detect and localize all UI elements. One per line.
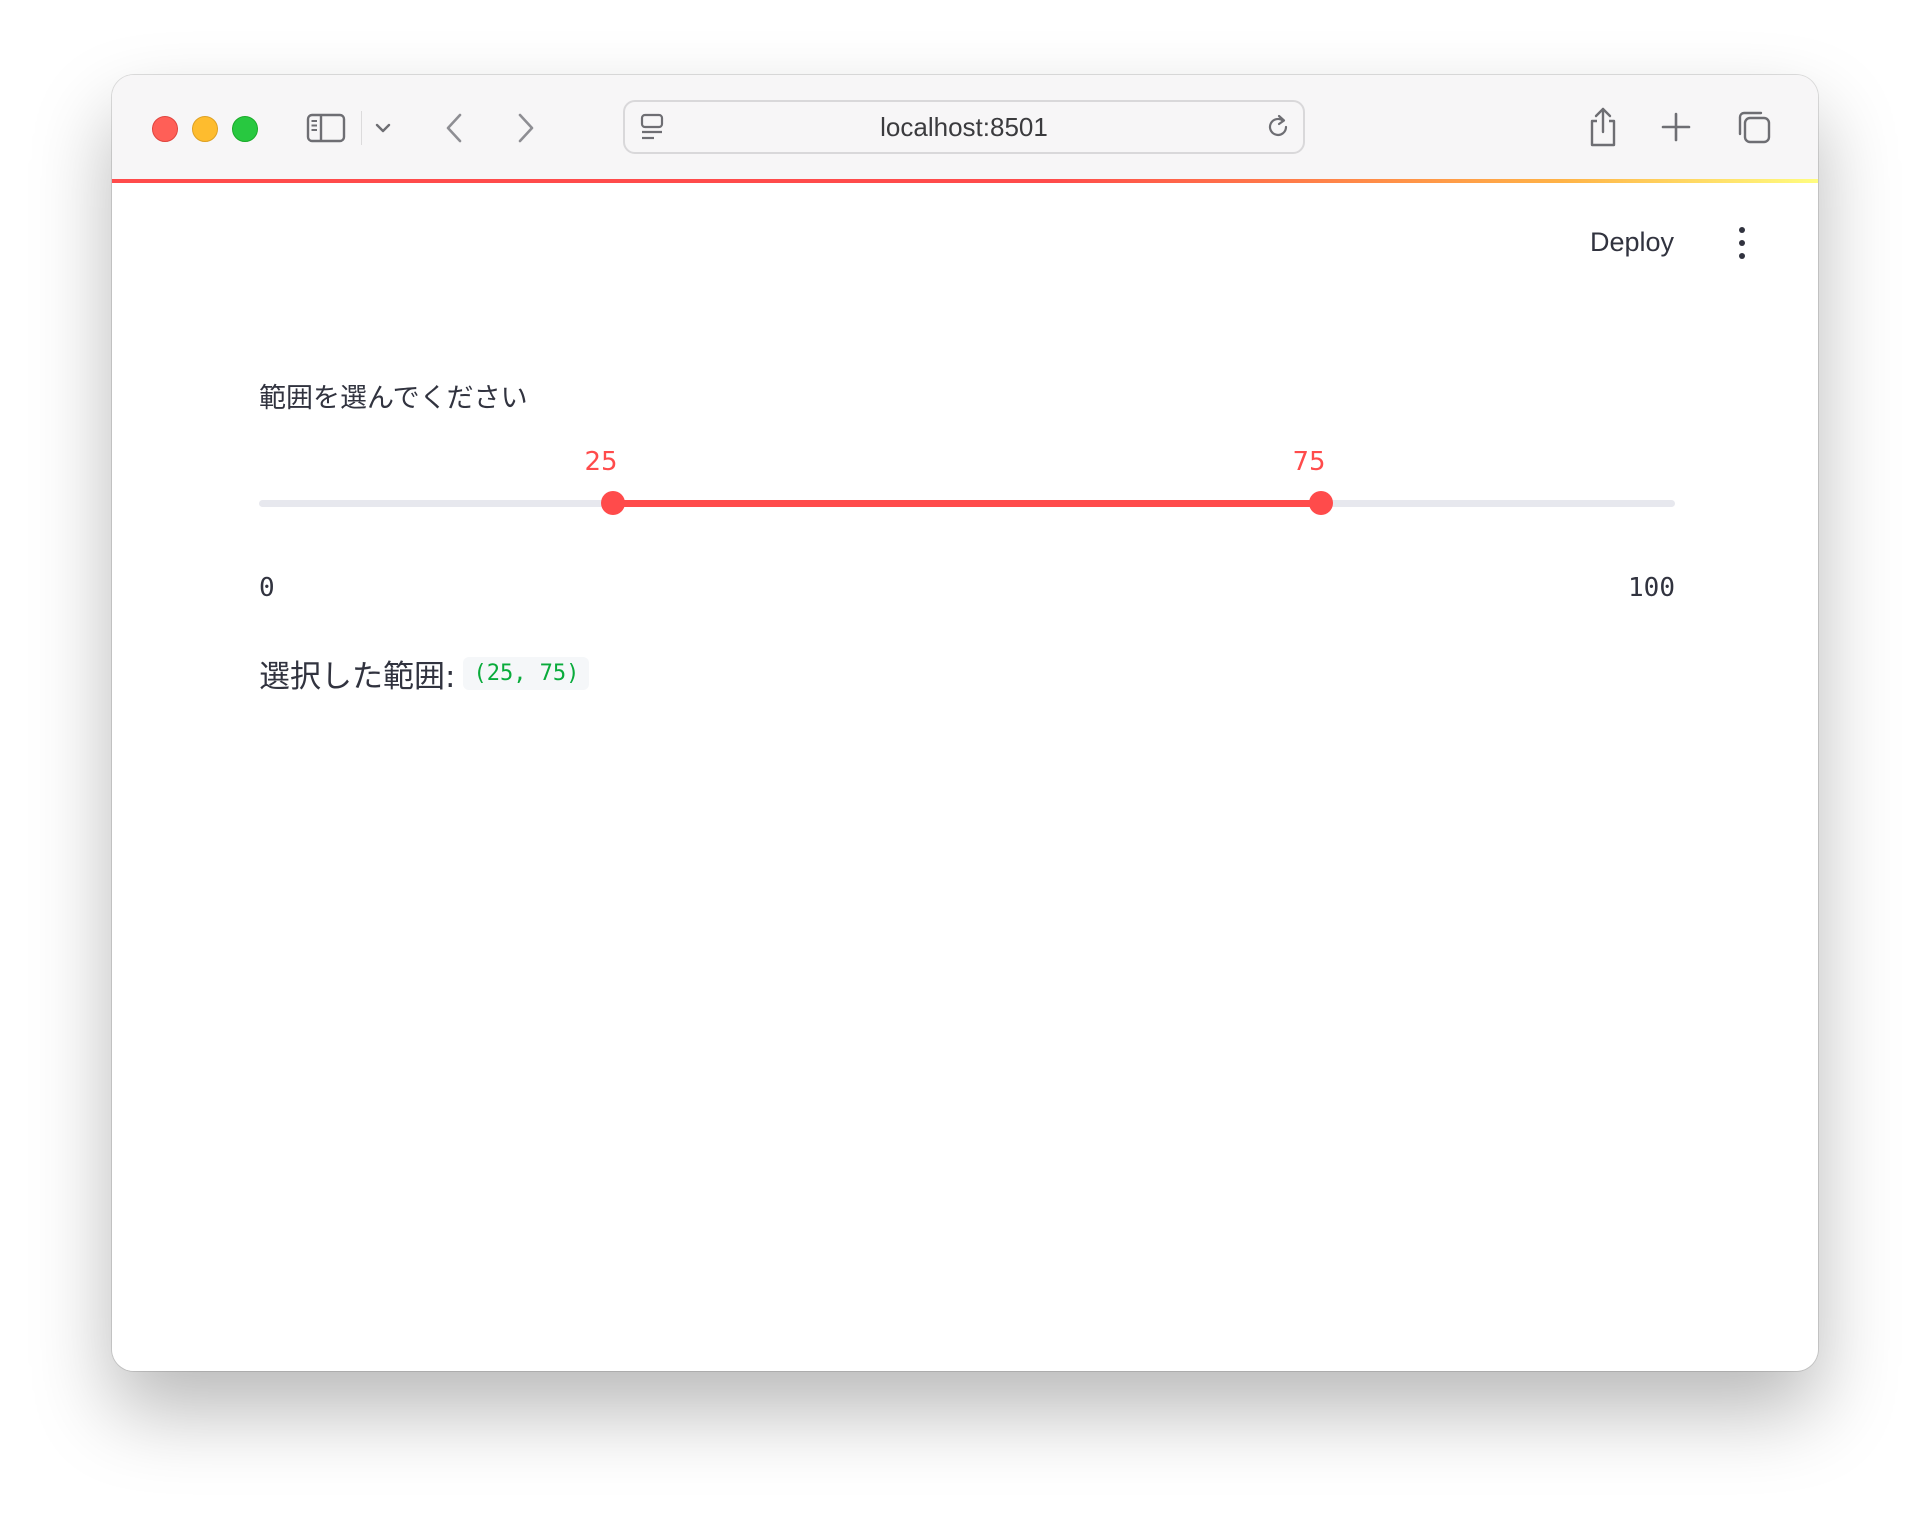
slider-high-value: 75 — [1292, 447, 1326, 477]
browser-window: localhost:8501 Deploy 範囲を選んでください 25 75 0… — [112, 75, 1818, 1371]
toolbar-divider — [361, 111, 362, 145]
tab-overview-icon[interactable] — [1732, 105, 1776, 149]
slider-selected-range — [613, 500, 1321, 507]
selected-range-value: (25, 75) — [463, 657, 590, 690]
deploy-button[interactable]: Deploy — [1590, 227, 1674, 258]
address-bar[interactable]: localhost:8501 — [623, 100, 1305, 154]
selected-range-text: 選択した範囲: (25, 75) — [259, 651, 590, 696]
range-slider[interactable]: 25 75 — [259, 447, 1675, 523]
browser-toolbar: localhost:8501 — [112, 75, 1818, 180]
selected-range-label: 選択した範囲: — [259, 659, 456, 695]
close-window-button[interactable] — [152, 116, 178, 142]
slider-label: 範囲を選んでください — [259, 383, 528, 414]
minimize-window-button[interactable] — [192, 116, 218, 142]
main-menu-icon[interactable] — [1732, 223, 1752, 263]
reload-icon[interactable] — [1261, 110, 1295, 144]
slider-min-label: 0 — [259, 573, 275, 603]
slider-thumb-low[interactable]: 25 — [584, 447, 625, 515]
zoom-window-button[interactable] — [232, 116, 258, 142]
app-main: Deploy 範囲を選んでください 25 75 0 100 選択した範囲: (2… — [112, 183, 1818, 1371]
slider-max-label: 100 — [1628, 573, 1675, 603]
back-arrow-icon[interactable] — [432, 107, 476, 149]
slider-thumb-high[interactable]: 75 — [1292, 447, 1333, 515]
sidebar-toggle-icon[interactable] — [304, 109, 348, 147]
slider-low-value: 25 — [584, 447, 618, 477]
forward-arrow-icon[interactable] — [504, 107, 548, 149]
url-text: localhost:8501 — [880, 112, 1048, 142]
share-icon[interactable] — [1581, 103, 1625, 151]
new-tab-icon[interactable] — [1654, 105, 1698, 149]
chevron-down-icon[interactable] — [368, 113, 398, 143]
